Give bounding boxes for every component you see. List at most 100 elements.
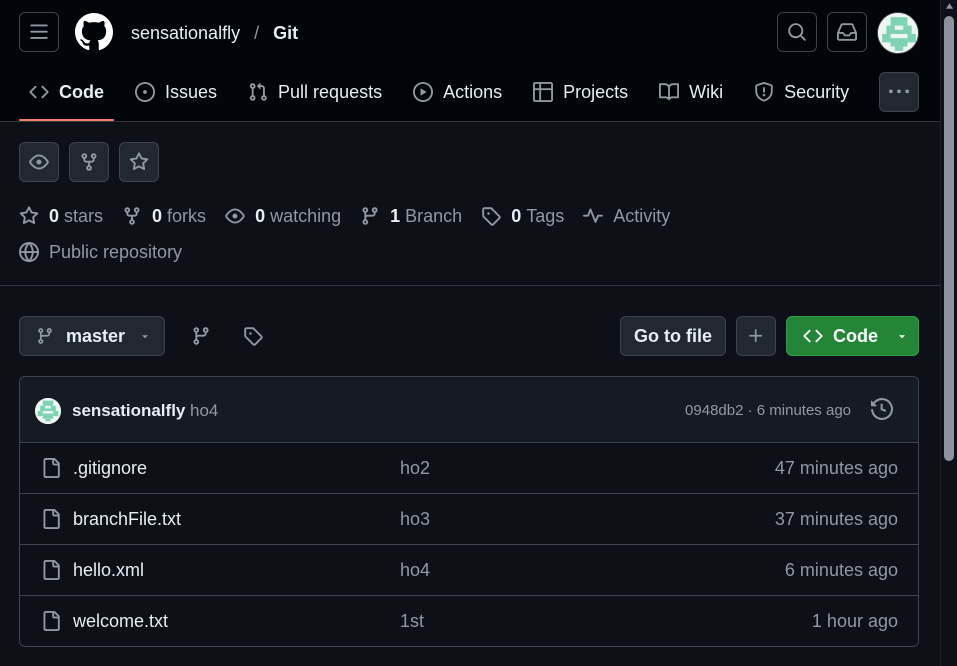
file-commit-message[interactable]: ho3 bbox=[400, 509, 430, 530]
repo-action-buttons bbox=[19, 142, 159, 182]
repo-tabs: Code Issues Pull requests Actions Projec… bbox=[19, 72, 870, 121]
tab-security-label: Security bbox=[784, 81, 850, 102]
watching-link[interactable]: 0 watching bbox=[225, 206, 341, 227]
pulse-icon bbox=[583, 208, 604, 223]
pull-request-icon bbox=[249, 82, 267, 101]
branch-icon bbox=[38, 328, 52, 344]
activity-link[interactable]: Activity bbox=[583, 206, 670, 227]
file-browser: sensationalfly ho4 0948db2 · 6 minutes a… bbox=[19, 376, 919, 647]
forks-count: 0 bbox=[152, 205, 163, 226]
add-file-button[interactable] bbox=[736, 316, 776, 356]
tab-wiki[interactable]: Wiki bbox=[649, 72, 733, 112]
watching-label: watching bbox=[270, 205, 342, 226]
breadcrumb-repo[interactable]: Git bbox=[273, 23, 298, 44]
file-row[interactable]: welcome.txt 1st 1 hour ago bbox=[20, 596, 918, 646]
stars-link[interactable]: 0 stars bbox=[19, 206, 103, 227]
commit-history-button[interactable] bbox=[871, 398, 893, 420]
tab-wiki-label: Wiki bbox=[689, 81, 724, 102]
branch-count: 1 bbox=[390, 205, 401, 226]
star-button[interactable] bbox=[119, 142, 159, 182]
hamburger-icon bbox=[30, 24, 48, 39]
book-icon bbox=[659, 83, 680, 101]
branch-icon bbox=[362, 207, 378, 225]
activity-label: Activity bbox=[613, 205, 671, 226]
more-tabs-button[interactable] bbox=[879, 72, 919, 112]
forks-link[interactable]: 0 forks bbox=[122, 206, 206, 227]
code-icon bbox=[803, 329, 823, 343]
commit-author[interactable]: sensationalfly bbox=[72, 401, 185, 421]
menu-button[interactable] bbox=[19, 12, 59, 52]
forks-label: forks bbox=[167, 205, 207, 226]
code-dropdown-button[interactable]: Code bbox=[786, 316, 919, 356]
identicon-avatar-icon bbox=[878, 13, 918, 53]
search-button[interactable] bbox=[777, 12, 817, 52]
tags-link-button[interactable] bbox=[241, 324, 265, 348]
tab-issues[interactable]: Issues bbox=[125, 72, 227, 112]
breadcrumb-separator: / bbox=[254, 22, 260, 43]
star-icon bbox=[19, 206, 39, 225]
file-icon bbox=[43, 509, 60, 529]
file-row[interactable]: .gitignore ho2 47 minutes ago bbox=[20, 443, 918, 494]
tag-icon bbox=[244, 327, 263, 346]
file-commit-message[interactable]: ho4 bbox=[400, 560, 430, 581]
kebab-horizontal-icon bbox=[889, 89, 909, 94]
tab-projects-label: Projects bbox=[563, 81, 629, 102]
tab-projects[interactable]: Projects bbox=[523, 72, 638, 112]
tags-label: Tags bbox=[526, 205, 565, 226]
scrollbar-thumb[interactable] bbox=[944, 16, 954, 461]
triangle-down-icon bbox=[142, 335, 148, 339]
shield-icon bbox=[755, 82, 773, 102]
file-icon bbox=[43, 458, 60, 478]
file-name[interactable]: welcome.txt bbox=[73, 611, 168, 632]
scroll-up-arrow-icon[interactable] bbox=[945, 2, 954, 10]
branch-select-button[interactable]: master bbox=[19, 316, 165, 356]
fork-button[interactable] bbox=[69, 142, 109, 182]
commit-message[interactable]: ho4 bbox=[190, 401, 218, 421]
stars-label: stars bbox=[64, 205, 104, 226]
watch-button[interactable] bbox=[19, 142, 59, 182]
go-to-file-button[interactable]: Go to file bbox=[620, 316, 726, 356]
file-commit-message[interactable]: 1st bbox=[400, 611, 424, 632]
page-scrollbar[interactable] bbox=[940, 0, 957, 666]
file-row[interactable]: hello.xml ho4 6 minutes ago bbox=[20, 545, 918, 596]
breadcrumb-owner[interactable]: sensationalfly bbox=[131, 23, 240, 44]
tab-security[interactable]: Security bbox=[744, 72, 859, 112]
section-divider bbox=[0, 285, 940, 286]
history-icon bbox=[871, 398, 893, 420]
tab-code[interactable]: Code bbox=[19, 72, 114, 121]
tab-pull-requests[interactable]: Pull requests bbox=[238, 72, 392, 112]
file-name[interactable]: hello.xml bbox=[73, 560, 144, 581]
file-row[interactable]: branchFile.txt ho3 37 minutes ago bbox=[20, 494, 918, 545]
inbox-button[interactable] bbox=[827, 12, 867, 52]
eye-icon bbox=[29, 154, 49, 170]
watching-count: 0 bbox=[255, 205, 266, 226]
commit-author-avatar[interactable] bbox=[35, 398, 61, 424]
visibility-label: Public repository bbox=[49, 241, 183, 262]
github-logo-icon[interactable] bbox=[75, 13, 113, 51]
commit-hash-time[interactable]: 0948db2 · 6 minutes ago bbox=[685, 402, 851, 419]
stars-count: 0 bbox=[49, 205, 60, 226]
file-updated-time: 1 hour ago bbox=[811, 611, 898, 631]
triangle-down-icon bbox=[899, 335, 905, 339]
tags-link[interactable]: 0 Tags bbox=[481, 206, 564, 227]
branch-label: Branch bbox=[405, 205, 463, 226]
latest-commit: sensationalfly ho4 0948db2 · 6 minutes a… bbox=[20, 377, 918, 443]
user-avatar[interactable] bbox=[877, 12, 919, 54]
file-name[interactable]: branchFile.txt bbox=[73, 509, 181, 530]
tab-actions[interactable]: Actions bbox=[403, 72, 512, 112]
tab-code-label: Code bbox=[59, 81, 104, 102]
file-name[interactable]: .gitignore bbox=[73, 458, 147, 479]
branches-link[interactable] bbox=[189, 324, 213, 348]
plus-icon bbox=[749, 329, 763, 343]
file-icon bbox=[43, 560, 60, 580]
fork-icon bbox=[124, 207, 140, 225]
search-icon bbox=[788, 23, 806, 41]
branch-link[interactable]: 1 Branch bbox=[360, 206, 462, 227]
eye-icon bbox=[225, 208, 245, 224]
tab-pull-requests-label: Pull requests bbox=[278, 81, 383, 102]
branch-icon bbox=[193, 327, 209, 345]
file-commit-message[interactable]: ho2 bbox=[400, 458, 430, 479]
tags-count: 0 bbox=[511, 205, 522, 226]
file-icon bbox=[43, 611, 60, 631]
repo-visibility: Public repository bbox=[19, 240, 182, 264]
